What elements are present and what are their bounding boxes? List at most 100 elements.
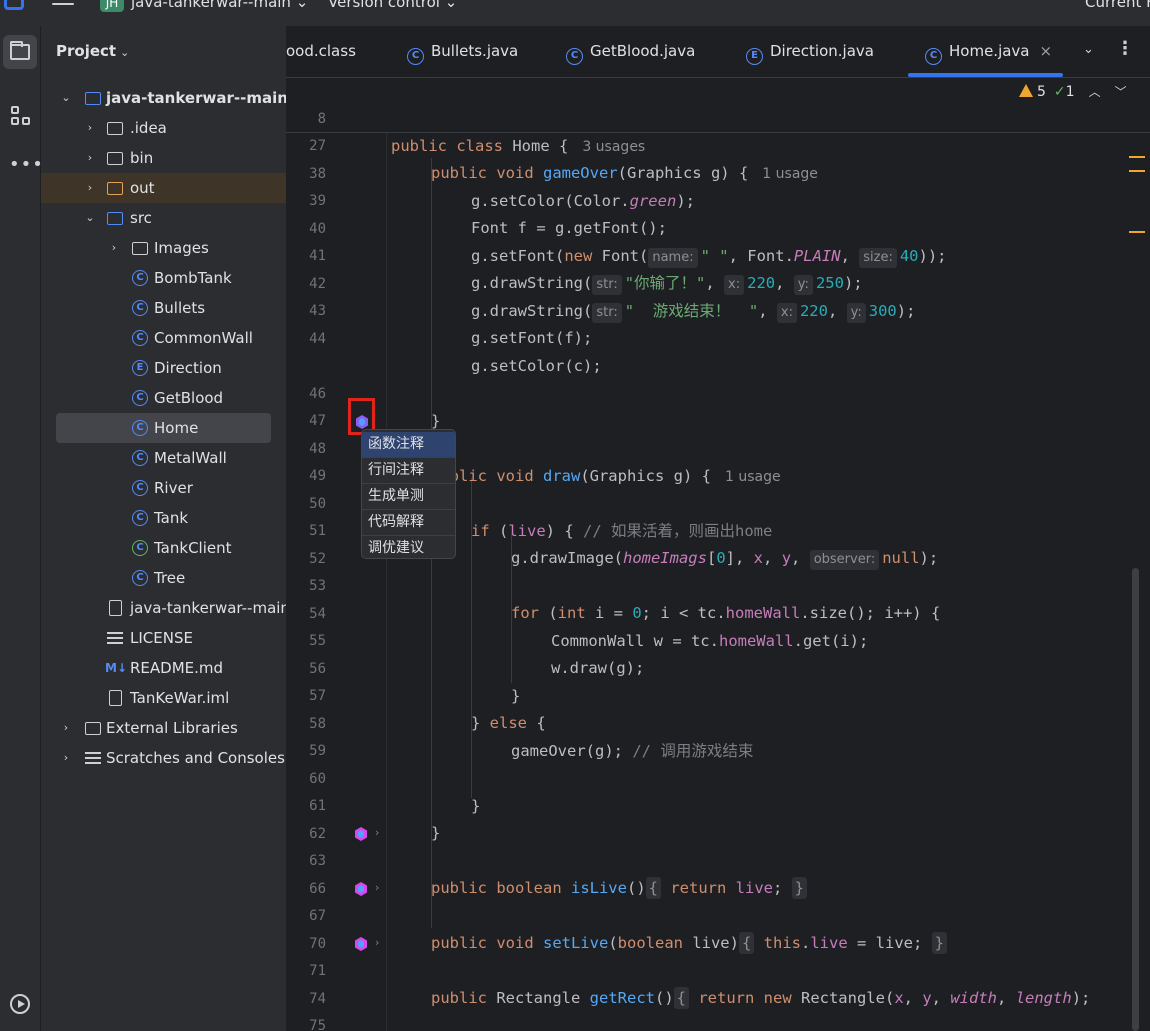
title-bar: JH java-tankerwar--main ⌄ Version contro…	[0, 0, 1150, 26]
class-icon: C	[566, 48, 583, 65]
tree-item-tree[interactable]: C Tree	[41, 563, 286, 593]
chevron-right-icon[interactable]: ›	[61, 713, 71, 743]
chevron-right-icon[interactable]: ›	[375, 826, 379, 839]
popup-item-inline-comment[interactable]: 行间注释	[362, 458, 455, 484]
tree-label: src	[130, 209, 152, 227]
tree-item-scratches[interactable]: › Scratches and Consoles	[41, 743, 286, 773]
line-number: 44	[309, 331, 326, 347]
project-selector[interactable]: java-tankerwar--main ⌄	[131, 0, 308, 11]
chevron-right-icon[interactable]: ›	[109, 233, 119, 263]
module-folder-icon	[85, 92, 101, 105]
usages-hint[interactable]: 1 usage	[762, 166, 818, 182]
tree-label: LICENSE	[130, 629, 193, 647]
tree-item-idea[interactable]: › .idea	[41, 113, 286, 143]
tab-getblood[interactable]: C GetBlood.java	[566, 42, 696, 65]
inspection-widget[interactable]: 5 ✓1 ︿ ﹀	[1019, 83, 1127, 100]
tree-item-bin[interactable]: › bin	[41, 143, 286, 173]
popup-item-explain-code[interactable]: 代码解释	[362, 510, 455, 536]
tree-item-iml[interactable]: TanKeWar.iml	[41, 683, 286, 713]
tree-item-river[interactable]: C River	[41, 473, 286, 503]
tree-item-images[interactable]: › Images	[41, 233, 286, 263]
code-line: 55 w.draw(g);	[286, 601, 1150, 677]
scratches-icon	[85, 752, 101, 764]
app-logo-icon[interactable]	[4, 0, 24, 10]
close-icon[interactable]: ×	[1040, 42, 1053, 60]
more-tools-button[interactable]: •••	[3, 148, 43, 182]
project-view-selector[interactable]: Project ⌄	[56, 42, 129, 60]
tree-item-bombtank[interactable]: C BombTank	[41, 263, 286, 293]
project-tool-button[interactable]	[3, 35, 37, 69]
tree-item-jar-file[interactable]: java-tankerwar--main.	[41, 593, 286, 623]
code-token: (Graphics g) {	[617, 164, 749, 182]
tab-home[interactable]: C Home.java ×	[925, 42, 1053, 65]
code-token: g.setFont(f);	[471, 329, 593, 347]
run-config-selector[interactable]: Current F	[1085, 0, 1150, 11]
chevron-right-icon[interactable]: ›	[85, 143, 95, 173]
chevron-up-icon[interactable]: ︿	[1089, 85, 1101, 99]
code-area[interactable]: 8 public class Home {3 usages 27 public …	[286, 78, 1150, 1031]
code-line: 66	[286, 849, 1150, 897]
tree-item-external-libraries[interactable]: › External Libraries	[41, 713, 286, 743]
chevron-down-icon[interactable]: ⌄	[85, 203, 95, 233]
tree-item-getblood[interactable]: C GetBlood	[41, 383, 286, 413]
tab-direction[interactable]: E Direction.java	[746, 42, 874, 65]
tree-item-commonwall[interactable]: C CommonWall	[41, 323, 286, 353]
structure-tool-button[interactable]	[3, 99, 37, 133]
popup-item-function-comment[interactable]: 函数注释	[362, 432, 455, 458]
main-menu-icon[interactable]	[52, 0, 74, 10]
class-icon: C	[132, 390, 148, 406]
chevron-right-icon[interactable]: ›	[85, 113, 95, 143]
services-tool-button[interactable]	[3, 986, 37, 1020]
chevron-right-icon[interactable]: ›	[61, 743, 71, 773]
tree-label: Tree	[154, 569, 186, 587]
tree-label: bin	[130, 149, 154, 167]
project-badge[interactable]: JH	[100, 0, 124, 12]
code-token: gameOver	[542, 164, 618, 182]
tree-item-direction[interactable]: E Direction	[41, 353, 286, 383]
tab-label: GetBlood.java	[590, 42, 696, 60]
chevron-right-icon[interactable]: ›	[375, 881, 379, 894]
version-control-menu[interactable]: Version control ⌄	[328, 0, 457, 11]
chevron-down-icon: ⌄	[120, 46, 130, 59]
tab-getblood-class[interactable]: ood.class	[286, 42, 356, 64]
tree-item-root[interactable]: ⌄ java-tankerwar--main	[41, 83, 286, 113]
tree-item-metalwall[interactable]: C MetalWall	[41, 443, 286, 473]
tree-label: Bullets	[154, 299, 206, 317]
code-line: 75 }	[286, 986, 1150, 1031]
ai-assistant-icon[interactable]	[354, 827, 368, 841]
tree-item-out[interactable]: › out	[41, 173, 286, 203]
structure-icon	[11, 106, 31, 126]
chevron-right-icon[interactable]: ›	[375, 936, 379, 949]
ai-assistant-icon[interactable]	[354, 937, 368, 951]
tree-item-tank[interactable]: C Tank	[41, 503, 286, 533]
class-icon: C	[132, 330, 148, 346]
more-vertical-icon[interactable]: ⋮	[1116, 38, 1134, 59]
usages-hint[interactable]: 3 usages	[582, 139, 645, 155]
code-line: 42 g.drawString(str: " 游戏结束！ ", x: 220, y:…	[286, 244, 1150, 323]
tree-item-bullets[interactable]: C Bullets	[41, 293, 286, 323]
chevron-down-icon[interactable]: ﹀	[1115, 85, 1127, 99]
code-token: public class	[391, 137, 513, 155]
chevron-right-icon[interactable]: ›	[85, 173, 95, 203]
tree-item-readme[interactable]: M↓ README.md	[41, 653, 286, 683]
tree-item-src[interactable]: ⌄ src	[41, 203, 286, 233]
tab-bullets[interactable]: C Bullets.java	[407, 42, 519, 65]
markdown-icon: M↓	[105, 661, 127, 675]
chevron-down-icon[interactable]: ⌄	[61, 83, 71, 113]
tree-label: River	[154, 479, 193, 497]
tree-item-home[interactable]: C Home	[56, 413, 271, 443]
tree-label: java-tankerwar--main.	[130, 599, 286, 617]
class-icon: C	[132, 300, 148, 316]
chevron-down-icon[interactable]: ⌄	[1083, 42, 1094, 57]
popup-item-generate-unit-test[interactable]: 生成单测	[362, 484, 455, 510]
tab-label: Bullets.java	[431, 42, 519, 60]
code-line: 27 public void gameOver(Graphics g) {1 u…	[286, 106, 1150, 182]
code-token: public void	[431, 164, 543, 182]
ai-assistant-icon[interactable]	[354, 882, 368, 896]
code-line: 46 }	[286, 354, 1150, 430]
tree-item-tankclient[interactable]: C TankClient	[41, 533, 286, 563]
code-line: 61 }	[286, 766, 1150, 842]
tree-item-license[interactable]: LICENSE	[41, 623, 286, 653]
source-folder-icon	[107, 212, 123, 225]
popup-item-optimize[interactable]: 调优建议	[362, 536, 455, 562]
